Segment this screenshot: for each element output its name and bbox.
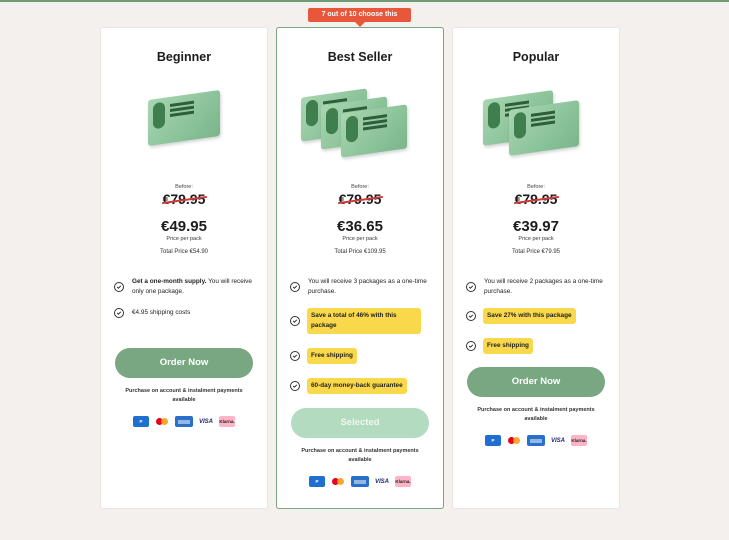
- before-label: Before:: [527, 184, 545, 190]
- check-icon: [290, 282, 300, 292]
- feature-item: You will receive 2 packages as a one-tim…: [466, 277, 606, 297]
- feature-item: 60-day money-back guarantee: [290, 378, 407, 394]
- product-box: [341, 104, 407, 158]
- top-divider: [0, 0, 729, 2]
- plan-title: Best Seller: [327, 50, 393, 64]
- check-icon: [114, 282, 124, 292]
- klarna-icon: Klarna.: [395, 476, 411, 487]
- per-pack-label: Price per pack: [342, 236, 378, 242]
- money-back-badge: 60-day money-back guarantee: [307, 378, 407, 394]
- account-payment-note: Purchase on account & instalment payment…: [125, 388, 243, 403]
- plan-card-best-seller[interactable]: Best Seller Before: €79.95 €36.65 Price …: [276, 27, 444, 509]
- payment-methods: P VISA Klarna.: [277, 476, 443, 487]
- check-icon: [466, 311, 476, 321]
- feature-item: Get a one-month supply. You will receive…: [114, 277, 259, 297]
- check-icon: [114, 308, 124, 318]
- feature-text: You will receive 2 packages as a one-tim…: [484, 278, 603, 295]
- popularity-ribbon: 7 out of 10 choose this: [308, 8, 411, 27]
- product-box: [148, 89, 220, 147]
- feature-text: Get a one-month supply. You will receive…: [132, 277, 259, 297]
- feature-bold: Get a one-month supply.: [132, 278, 207, 285]
- total-price: Total Price €54.90: [159, 249, 209, 255]
- check-icon: [290, 351, 300, 361]
- mastercard-icon: [154, 416, 170, 427]
- feature-item: Save 27% with this package: [466, 308, 576, 324]
- product-image: [101, 83, 267, 158]
- free-shipping-badge: Free shipping: [483, 338, 533, 354]
- feature-item: You will receive 3 packages as a one-tim…: [290, 277, 430, 297]
- mastercard-icon: [330, 476, 346, 487]
- order-now-button[interactable]: Order Now: [467, 367, 605, 397]
- account-payment-note: Purchase on account & instalment payment…: [301, 448, 419, 463]
- check-icon: [466, 341, 476, 351]
- visa-icon: VISA: [550, 435, 566, 446]
- old-price: €79.95: [453, 191, 619, 207]
- plan-card-beginner[interactable]: Beginner Before: €79.95 €49.95 Price per…: [100, 27, 268, 509]
- payment-methods: P VISA Klarna.: [453, 435, 619, 446]
- savings-badge: Save a total of 46% with this package: [307, 308, 421, 334]
- before-label: Before:: [175, 184, 193, 190]
- feature-text: €4.95 shipping costs: [132, 309, 191, 316]
- klarna-icon: Klarna.: [219, 416, 235, 427]
- selected-button[interactable]: Selected: [291, 408, 429, 438]
- old-price: €79.95: [101, 191, 267, 207]
- account-payment-note: Purchase on account & instalment payment…: [477, 407, 595, 422]
- order-now-button[interactable]: Order Now: [115, 348, 253, 378]
- plan-card-popular[interactable]: Popular Before: €79.95 €39.97 Price per …: [452, 27, 620, 509]
- check-icon: [290, 316, 300, 326]
- amex-icon: [175, 416, 193, 427]
- paypal-icon: P: [133, 416, 149, 427]
- plan-title: Beginner: [156, 50, 212, 64]
- before-label: Before:: [351, 184, 369, 190]
- savings-badge: Save 27% with this package: [483, 308, 576, 324]
- old-price-value: €79.95: [162, 191, 206, 207]
- feature-text: You will receive 3 packages as a one-tim…: [308, 278, 427, 295]
- new-price: €36.65: [337, 218, 383, 235]
- old-price: €79.95: [277, 191, 443, 207]
- product-box: [509, 100, 579, 156]
- plan-title: Popular: [512, 50, 560, 64]
- check-icon: [466, 282, 476, 292]
- per-pack-label: Price per pack: [518, 236, 554, 242]
- paypal-icon: P: [309, 476, 325, 487]
- payment-methods: P VISA Klarna.: [101, 416, 267, 427]
- free-shipping-badge: Free shipping: [307, 348, 357, 364]
- feature-item: €4.95 shipping costs: [114, 308, 190, 318]
- paypal-icon: P: [485, 435, 501, 446]
- amex-icon: [351, 476, 369, 487]
- feature-item: Free shipping: [290, 348, 357, 364]
- visa-icon: VISA: [198, 416, 214, 427]
- feature-item: Free shipping: [466, 338, 533, 354]
- amex-icon: [527, 435, 545, 446]
- total-price: Total Price €109.95: [334, 249, 386, 255]
- new-price: €39.97: [513, 218, 559, 235]
- total-price: Total Price €79.95: [511, 249, 561, 255]
- product-image: [453, 83, 619, 158]
- klarna-icon: Klarna.: [571, 435, 587, 446]
- old-price-value: €79.95: [338, 191, 382, 207]
- old-price-value: €79.95: [514, 191, 558, 207]
- per-pack-label: Price per pack: [166, 236, 202, 242]
- mastercard-icon: [506, 435, 522, 446]
- feature-item: Save a total of 46% with this package: [290, 308, 440, 334]
- visa-icon: VISA: [374, 476, 390, 487]
- new-price: €49.95: [161, 218, 207, 235]
- product-image: [277, 83, 443, 158]
- check-icon: [290, 381, 300, 391]
